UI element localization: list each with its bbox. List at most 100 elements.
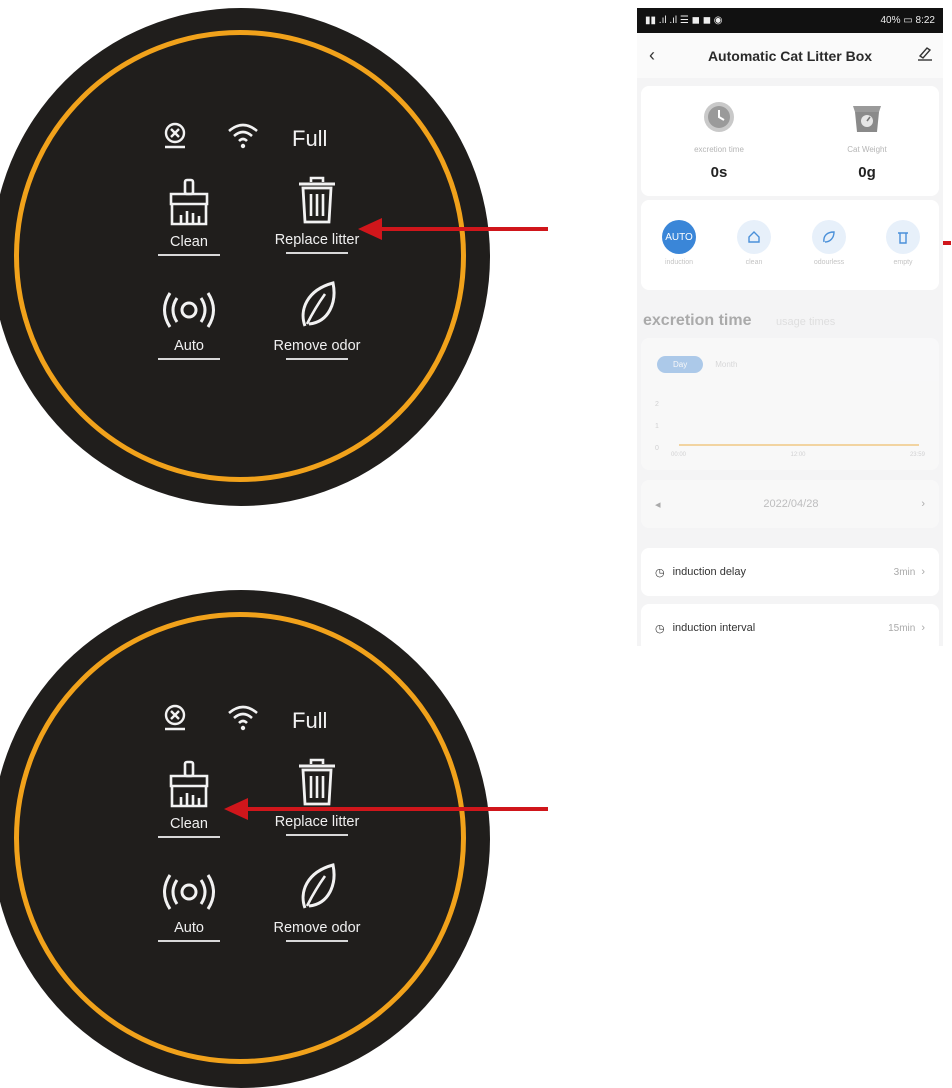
- date-navigator: ◂ 2022/04/28 ›: [641, 480, 939, 528]
- clean-house-icon: [748, 231, 760, 243]
- auto-sensor-icon: [163, 874, 215, 910]
- mode-card: AUTO induction clean odourless empty: [641, 200, 939, 290]
- current-date: 2022/04/28: [763, 498, 819, 510]
- chevron-right-icon: ›: [921, 566, 925, 578]
- auto-underline: [158, 358, 220, 360]
- mode-empty-label: empty: [893, 259, 913, 266]
- clean-label: Clean: [170, 234, 208, 250]
- x-tick-start: 00:00: [671, 452, 687, 458]
- auto-sensor-icon: [163, 292, 215, 328]
- mode-induction-label: induction: [664, 259, 694, 266]
- period-segment: Day Month: [657, 356, 741, 373]
- usage-chart-card: Day Month 2 1 0 00:00 12:00 23:59: [641, 338, 939, 470]
- back-chevron-icon[interactable]: ‹: [649, 45, 655, 66]
- auto-button[interactable]: Auto: [134, 278, 244, 360]
- auto-button[interactable]: Auto: [134, 860, 244, 942]
- y-tick-0: 0: [655, 445, 659, 452]
- clean-underline: [158, 254, 220, 256]
- trash-bin-icon: [898, 232, 908, 244]
- mode-clean[interactable]: clean: [724, 220, 784, 266]
- remove-odor-underline: [286, 358, 348, 360]
- chart-y-axis: 2 1 0: [655, 394, 659, 460]
- leaf-icon: [301, 281, 336, 327]
- segment-month[interactable]: Month: [711, 356, 741, 373]
- chart-x-axis: 00:00 12:00 23:59: [671, 452, 925, 458]
- error-alarm-icon: [164, 122, 186, 149]
- timer-icon: ◷: [655, 566, 665, 579]
- clean-underline: [158, 836, 220, 838]
- next-date-arrow-icon[interactable]: ›: [921, 498, 925, 510]
- phone-app-screenshot: ▮▮ .ıl .ıl ☰ ◼ ◼ ◉ 40% ▭ 8:22 ‹ Automati…: [637, 8, 943, 646]
- status-time: 8:22: [915, 15, 935, 26]
- auto-mode-icon: AUTO: [662, 220, 696, 254]
- chart-baseline: [679, 444, 919, 446]
- stats-card: excretion time 0s Cat Weight 0g: [641, 86, 939, 196]
- auto-label: Auto: [174, 338, 204, 354]
- battery-icon: ▭: [903, 15, 916, 26]
- cat-weight-caption: Cat Weight: [847, 145, 887, 154]
- error-alarm-icon: [164, 704, 186, 731]
- edit-pencil-icon[interactable]: [917, 45, 933, 61]
- mode-odourless-label: odourless: [813, 259, 845, 266]
- wifi-icon: [228, 705, 258, 731]
- auto-label: Auto: [174, 920, 204, 936]
- control-panel-top: Full Clean Replace litter Auto Remove od…: [0, 8, 490, 506]
- mode-empty[interactable]: empty: [873, 220, 933, 266]
- remove-odor-underline: [286, 940, 348, 942]
- excretion-time-stat: excretion time 0s: [659, 100, 779, 181]
- excretion-time-value: 0s: [710, 164, 728, 181]
- timer-icon: ◷: [655, 622, 665, 635]
- broom-icon: [169, 178, 209, 226]
- cat-weight-value: 0g: [858, 164, 876, 181]
- app-header: ‹ Automatic Cat Litter Box: [637, 33, 943, 78]
- broom-icon: [169, 760, 209, 808]
- setting-row-induction-interval[interactable]: ◷ induction interval 15min ›: [641, 604, 939, 646]
- remove-odor-button[interactable]: Remove odor: [262, 278, 372, 360]
- prev-date-arrow-icon[interactable]: ◂: [655, 498, 661, 511]
- segment-day[interactable]: Day: [657, 356, 704, 373]
- arrow-to-replace-litter: [358, 218, 548, 240]
- scale-icon: [853, 106, 881, 132]
- remove-odor-label: Remove odor: [273, 338, 361, 354]
- full-indicator-label: Full: [292, 126, 328, 151]
- remove-odor-label: Remove odor: [273, 920, 361, 936]
- auto-underline: [158, 940, 220, 942]
- status-bar: ▮▮ .ıl .ıl ☰ ◼ ◼ ◉ 40% ▭ 8:22: [637, 8, 943, 33]
- page-title: Automatic Cat Litter Box: [707, 47, 873, 64]
- panel-ring: [14, 612, 466, 1064]
- excretion-time-caption: excretion time: [694, 145, 744, 154]
- wifi-icon: [228, 123, 258, 149]
- panel-ring: [14, 30, 466, 482]
- mode-odourless[interactable]: odourless: [799, 220, 859, 266]
- setting-row-induction-delay[interactable]: ◷ induction delay 3min ›: [641, 548, 939, 596]
- x-tick-mid: 12:00: [790, 452, 806, 458]
- status-indicators: Full: [160, 702, 370, 738]
- mode-induction[interactable]: AUTO induction: [649, 220, 709, 266]
- stats-tabs: excretion time usage times: [643, 312, 835, 330]
- status-indicators: Full: [160, 120, 370, 156]
- leaf-icon: [301, 863, 336, 909]
- tab-excretion-time[interactable]: excretion time: [643, 312, 751, 329]
- tab-usage-times[interactable]: usage times: [776, 316, 835, 328]
- chevron-right-icon: ›: [921, 622, 925, 634]
- remove-odor-button[interactable]: Remove odor: [262, 860, 372, 942]
- control-panel-bottom: Full Clean Replace litter Auto Remove od…: [0, 590, 490, 1088]
- replace-litter-underline: [286, 834, 348, 836]
- y-tick-2: 2: [655, 401, 659, 408]
- replace-litter-underline: [286, 252, 348, 254]
- x-tick-end: 23:59: [909, 452, 925, 458]
- cat-weight-stat: Cat Weight 0g: [807, 100, 927, 181]
- clock-icon: [704, 102, 734, 132]
- leaf-icon: [823, 231, 835, 243]
- arrow-to-clean: [224, 798, 548, 820]
- full-indicator-label: Full: [292, 708, 328, 733]
- clean-button[interactable]: Clean: [134, 174, 244, 256]
- battery-percent: 40%: [880, 15, 901, 26]
- setting-label: induction interval: [672, 622, 756, 634]
- y-tick-1: 1: [655, 423, 659, 430]
- setting-value: 3min: [893, 566, 916, 578]
- trash-bin-icon: [299, 176, 335, 224]
- signal-icons: ▮▮ .ıl .ıl ☰ ◼ ◼ ◉: [645, 15, 723, 26]
- setting-value: 15min: [888, 622, 916, 634]
- setting-label: induction delay: [672, 566, 746, 578]
